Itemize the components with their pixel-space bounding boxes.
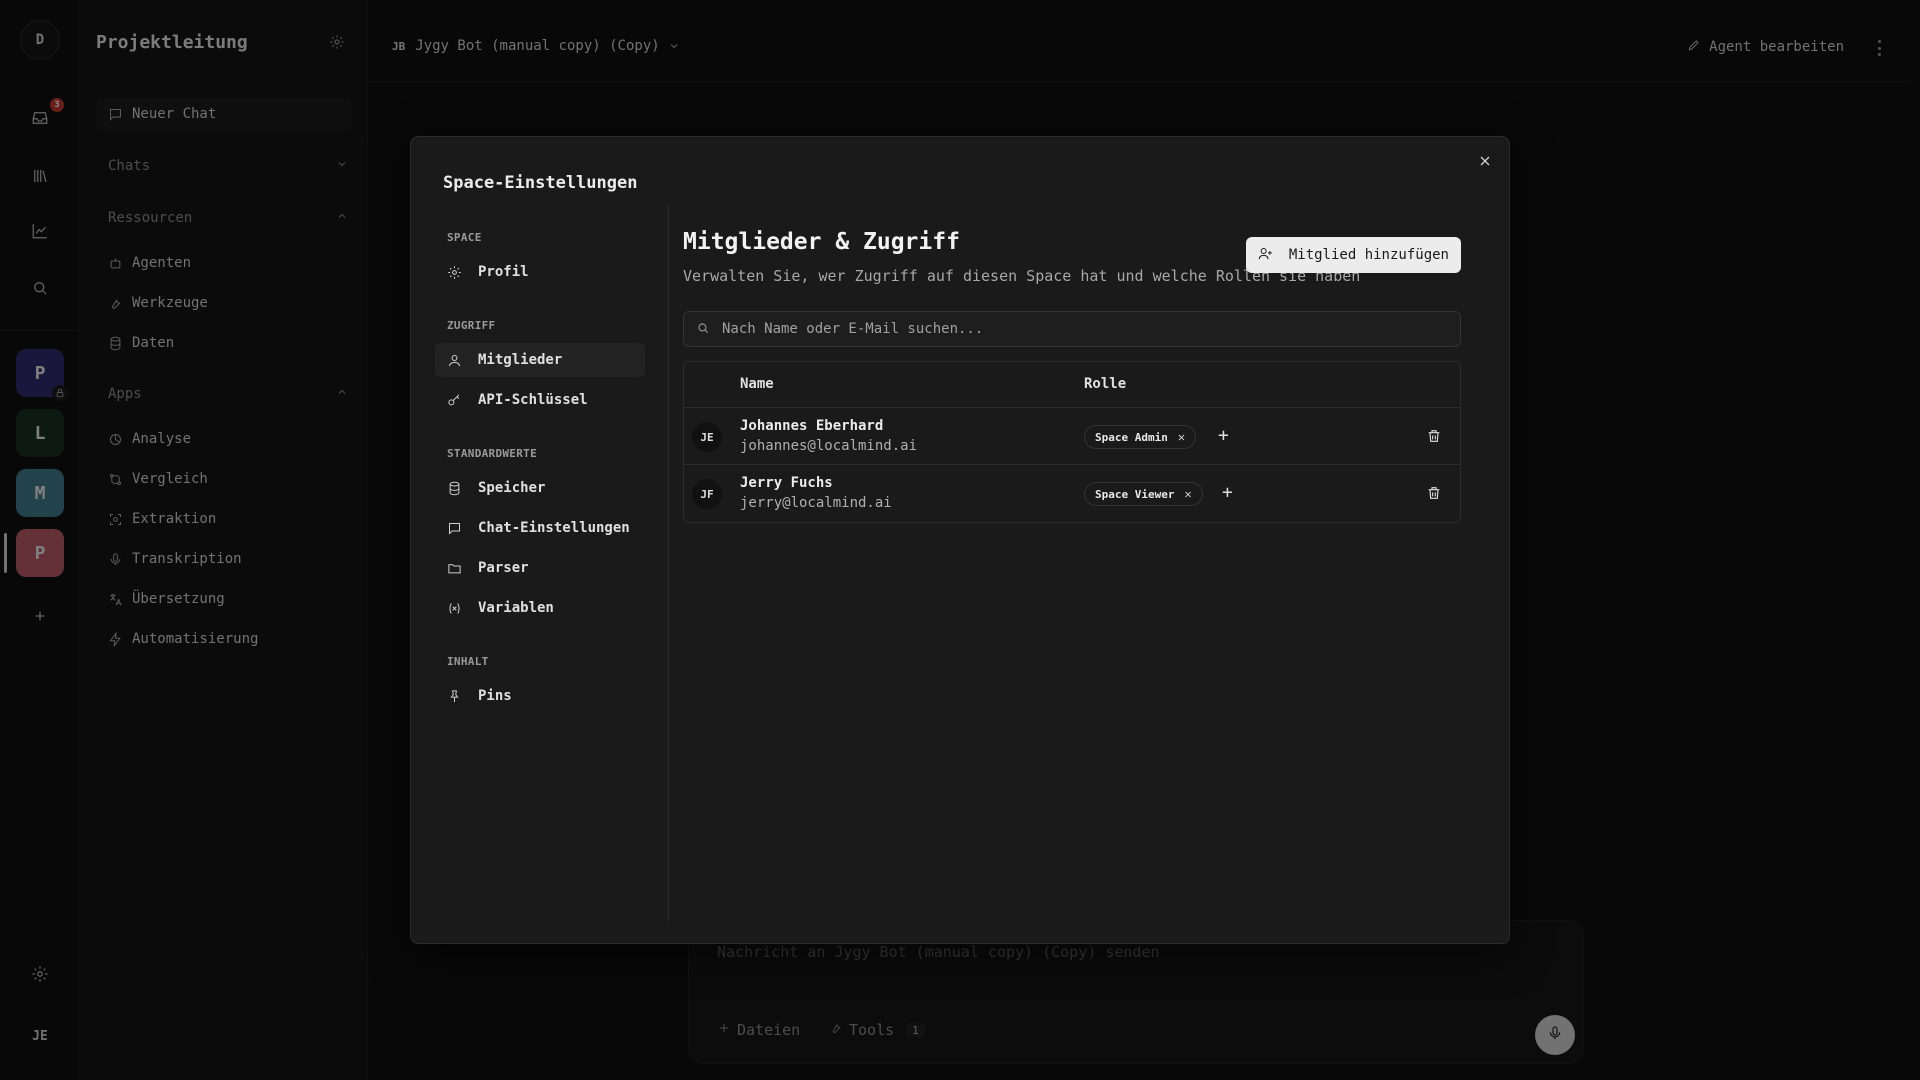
- member-email: johannes@localmind.ai: [740, 438, 918, 454]
- nav-item-label: Variablen: [478, 600, 554, 616]
- user-plus-icon: [1258, 246, 1289, 265]
- avatar: JF: [692, 479, 722, 509]
- nav-item-label: Mitglieder: [478, 352, 563, 368]
- remove-role-icon[interactable]: ✕: [1178, 430, 1185, 444]
- settings-nav: SPACE Profil ZUGRIFF Mitglieder API-Schl…: [435, 205, 669, 921]
- space-settings-modal: Space-Einstellungen SPACE Profil ZUGRIFF…: [410, 136, 1510, 944]
- trash-icon[interactable]: [1426, 428, 1442, 444]
- members-table: Name Rolle JE Johannes Eberhard johannes…: [683, 361, 1461, 523]
- panel-title: Mitglieder & Zugriff: [683, 229, 960, 255]
- member-name: Johannes Eberhard: [740, 418, 884, 434]
- role-label: Space Admin: [1095, 430, 1168, 444]
- nav-item-storage[interactable]: Speicher: [435, 471, 645, 505]
- nav-section-content: INHALT: [447, 655, 489, 668]
- gear-icon: [447, 265, 462, 280]
- search-icon: [696, 320, 722, 339]
- avatar: JE: [692, 422, 722, 452]
- modal-title: Space-Einstellungen: [443, 173, 638, 193]
- user-icon: [447, 353, 462, 368]
- role-chip: Space Admin ✕: [1084, 425, 1197, 449]
- table-header: Name Rolle: [684, 362, 1460, 408]
- nav-item-label: Profil: [478, 264, 529, 280]
- column-header-role: Rolle: [1084, 376, 1127, 392]
- role-label: Space Viewer: [1095, 487, 1175, 501]
- table-row: JF Jerry Fuchs jerry@localmind.ai Space …: [684, 465, 1460, 522]
- database-icon: [447, 481, 462, 496]
- remove-role-icon[interactable]: ✕: [1184, 487, 1191, 501]
- nav-section-defaults: STANDARDWERTE: [447, 447, 537, 460]
- member-email: jerry@localmind.ai: [740, 495, 892, 511]
- nav-section-access: ZUGRIFF: [447, 319, 496, 332]
- variable-icon: [447, 601, 462, 616]
- nav-item-label: Speicher: [478, 480, 546, 496]
- nav-item-label: Chat-Einstellungen: [478, 520, 630, 536]
- nav-item-parser[interactable]: Parser: [435, 551, 645, 585]
- add-member-button[interactable]: Mitglied hinzufügen: [1245, 237, 1461, 273]
- pin-icon: [447, 689, 462, 704]
- table-row: JE Johannes Eberhard johannes@localmind.…: [684, 408, 1460, 465]
- add-role-button[interactable]: +: [1218, 427, 1229, 445]
- nav-item-profile[interactable]: Profil: [435, 255, 645, 289]
- key-icon: [447, 393, 462, 408]
- nav-item-variables[interactable]: Variablen: [435, 591, 645, 625]
- nav-item-label: API-Schlüssel: [478, 392, 588, 408]
- trash-icon[interactable]: [1426, 485, 1442, 501]
- member-search: [683, 311, 1461, 347]
- nav-item-members[interactable]: Mitglieder: [435, 343, 645, 377]
- nav-item-label: Parser: [478, 560, 529, 576]
- nav-section-space: SPACE: [447, 231, 482, 244]
- search-input[interactable]: [722, 321, 1422, 337]
- nav-item-pins[interactable]: Pins: [435, 679, 645, 713]
- nav-item-api-keys[interactable]: API-Schlüssel: [435, 383, 645, 417]
- nav-item-chat-settings[interactable]: Chat-Einstellungen: [435, 511, 645, 545]
- close-icon[interactable]: [1477, 153, 1493, 169]
- add-member-label: Mitglied hinzufügen: [1288, 247, 1449, 263]
- folder-icon: [447, 561, 462, 576]
- chat-icon: [447, 521, 462, 536]
- column-header-name: Name: [740, 376, 774, 392]
- add-role-button[interactable]: +: [1222, 484, 1233, 502]
- member-name: Jerry Fuchs: [740, 475, 833, 491]
- role-chip: Space Viewer ✕: [1084, 482, 1203, 506]
- nav-item-label: Pins: [478, 688, 512, 704]
